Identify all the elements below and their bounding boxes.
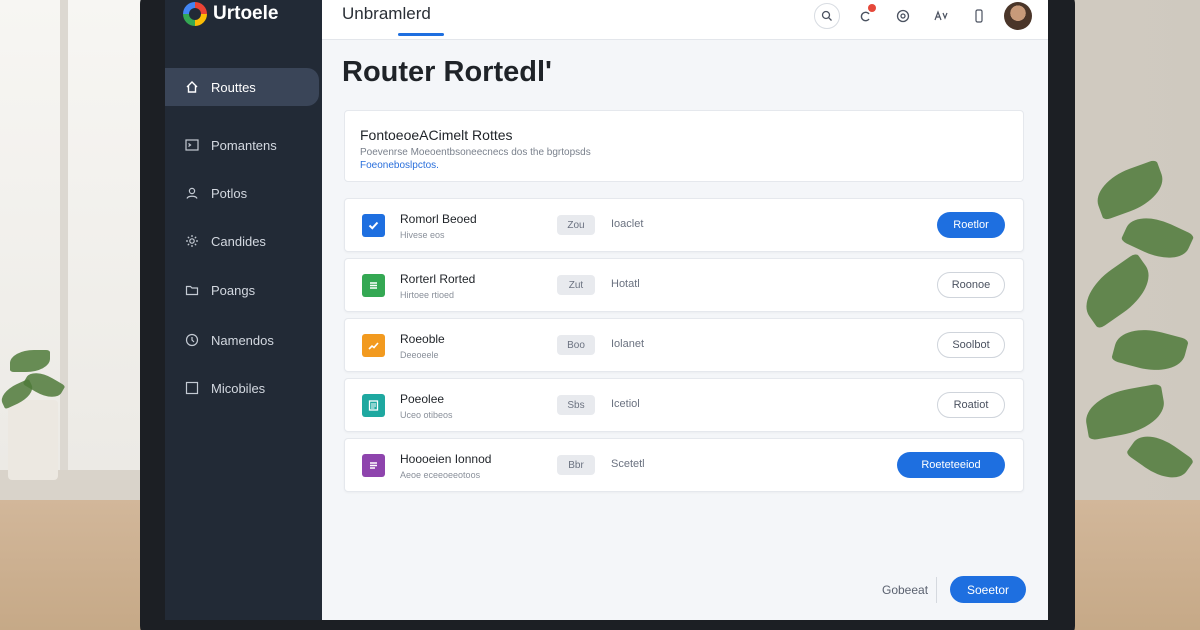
brand-name: Urtoele <box>213 3 279 24</box>
settings-icon[interactable] <box>890 3 916 29</box>
sidebar-item-poangs[interactable]: Poangs <box>165 271 322 309</box>
plant-left <box>0 330 70 480</box>
sidebar-item-namendos[interactable]: Namendos <box>165 321 322 359</box>
sidebar-item-label: Candides <box>211 233 266 249</box>
brand[interactable]: Urtoele <box>183 2 278 26</box>
row-title: Roeoble <box>400 332 445 346</box>
sidebar: Urtoele Routtes Pomantens Potlos Candide… <box>165 0 322 620</box>
notes-icon <box>362 454 385 477</box>
row-status: Iolanet <box>611 338 645 350</box>
topbar: Unbramlerd <box>322 0 1048 40</box>
notification-icon[interactable] <box>852 3 878 29</box>
row-action-button[interactable]: Roatiot <box>937 392 1005 418</box>
sidebar-nav: Routtes Pomantens Potlos Candides Poangs… <box>165 68 322 407</box>
primary-button[interactable]: Soeetor <box>950 576 1026 603</box>
app-screen: Urtoele Routtes Pomantens Potlos Candide… <box>165 0 1048 620</box>
sidebar-item-candides[interactable]: Candides <box>165 222 322 260</box>
sidebar-item-potlos[interactable]: Potlos <box>165 174 322 212</box>
sidebar-item-label: Pomantens <box>211 137 277 153</box>
row-badge: Zut <box>557 275 595 295</box>
intro-description: Poevenrse Moeoentbsoneecnecs dos the bgr… <box>360 147 591 158</box>
sidebar-item-micobiles[interactable]: Micobiles <box>165 369 322 407</box>
row-title: Hoooeien Ionnod <box>400 452 492 466</box>
folder-icon <box>185 283 199 297</box>
row-subtitle: Aeoe eceeoeeotoos <box>400 470 481 480</box>
tab-unbramlerd[interactable]: Unbramlerd <box>342 4 431 24</box>
avatar[interactable] <box>1004 2 1032 30</box>
row-action-button[interactable]: Soolbot <box>937 332 1005 358</box>
plant-right <box>1074 150 1200 510</box>
sidebar-item-label: Poangs <box>211 282 256 298</box>
row-subtitle: Uceo otibeos <box>400 410 453 420</box>
row-title: Romorl Beoed <box>400 212 477 226</box>
list-item[interactable]: Romorl Beoed Hivese eos Zou Ioaclet Roet… <box>344 198 1024 252</box>
row-action-button[interactable]: Roonoe <box>937 272 1005 298</box>
intro-card: FontoeoeACimelt Rottes Poevenrse Moeoent… <box>344 110 1024 182</box>
row-badge: Bbr <box>557 455 595 475</box>
list-item[interactable]: Hoooeien Ionnod Aeoe eceeoeeotoos Bbr Sc… <box>344 438 1024 492</box>
user-icon <box>185 186 199 200</box>
gear-icon <box>185 234 199 248</box>
list-icon <box>362 274 385 297</box>
sidebar-item-pomantens[interactable]: Pomantens <box>165 126 322 164</box>
row-subtitle: Hirtoee rtioed <box>400 290 455 300</box>
checkbox-icon <box>362 214 385 237</box>
sidebar-item-label: Potlos <box>211 185 248 201</box>
cancel-button[interactable]: Gobeeat <box>882 583 928 597</box>
intro-link[interactable]: Foeoneboslpctos. <box>360 160 439 171</box>
row-action-button[interactable]: Roetlor <box>937 212 1005 238</box>
row-title: Rorterl Rorted <box>400 272 476 286</box>
row-badge: Zou <box>557 215 595 235</box>
sidebar-item-routtes[interactable]: Routtes <box>165 68 319 106</box>
terminal-icon <box>185 138 199 152</box>
row-status: Ioaclet <box>611 218 644 230</box>
row-badge: Sbs <box>557 395 595 415</box>
row-title: Poeolee <box>400 392 445 406</box>
row-subtitle: Deeoeele <box>400 350 439 360</box>
route-list: Romorl Beoed Hivese eos Zou Ioaclet Roet… <box>344 198 1024 498</box>
sidebar-item-label: Routtes <box>211 79 256 95</box>
brand-logo-icon <box>183 2 207 26</box>
mobile-icon[interactable] <box>966 3 992 29</box>
row-status: Icetiol <box>611 398 640 410</box>
sidebar-item-label: Namendos <box>211 332 274 348</box>
translate-icon[interactable] <box>928 3 954 29</box>
footer-actions: Gobeeat Soeetor <box>322 575 1048 605</box>
search-icon[interactable] <box>814 3 840 29</box>
clock-icon <box>185 333 199 347</box>
intro-title: FontoeoeACimelt Rottes <box>360 127 513 143</box>
sidebar-item-label: Micobiles <box>211 380 266 396</box>
notification-dot <box>868 4 876 12</box>
row-status: Scetetl <box>611 458 645 470</box>
footer-divider <box>936 577 937 603</box>
row-action-button[interactable]: Roeteteeiod <box>897 452 1005 478</box>
page-title: Router Rortedl' <box>342 56 552 88</box>
row-badge: Boo <box>557 335 595 355</box>
document-icon <box>362 394 385 417</box>
home-icon <box>185 80 199 94</box>
active-tab-indicator <box>398 33 444 36</box>
list-item[interactable]: Poeolee Uceo otibeos Sbs Icetiol Roatiot <box>344 378 1024 432</box>
list-item[interactable]: Roeoble Deeoeele Boo Iolanet Soolbot <box>344 318 1024 372</box>
chart-icon <box>362 334 385 357</box>
square-icon <box>185 381 199 395</box>
row-subtitle: Hivese eos <box>400 230 445 240</box>
topbar-icons <box>814 2 1032 30</box>
row-status: Hotatl <box>611 278 640 290</box>
list-item[interactable]: Rorterl Rorted Hirtoee rtioed Zut Hotatl… <box>344 258 1024 312</box>
main-content: Unbramlerd Router Rortedl' FontoeoeACime… <box>322 0 1048 620</box>
